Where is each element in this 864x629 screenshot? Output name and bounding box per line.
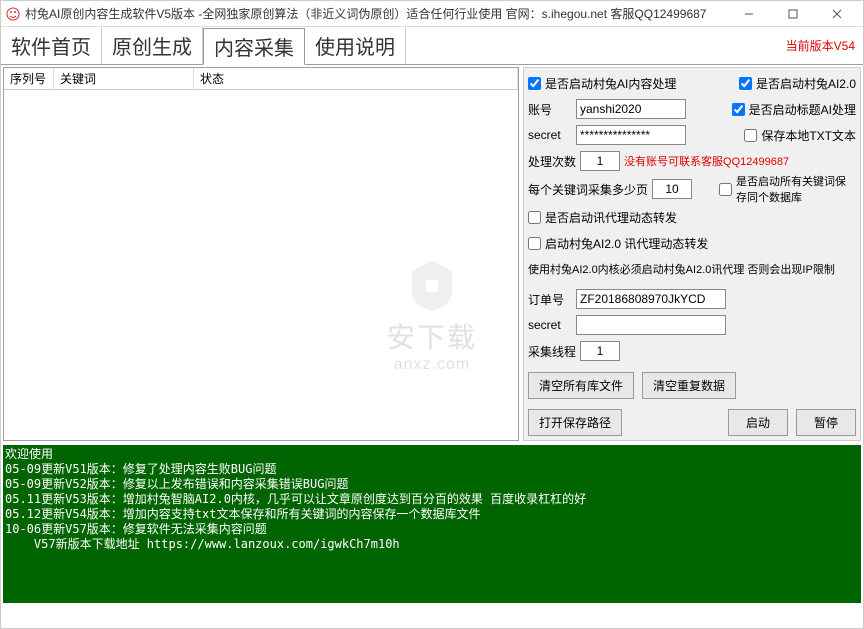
- checkbox-ai-content[interactable]: [528, 77, 541, 90]
- list-header: 序列号 关键词 状态: [4, 68, 518, 90]
- ip-note: 使用村兔AI2.0内核必须启动村兔AI2.0讯代理 否则会出现IP限制: [528, 261, 835, 277]
- label-proxy: 是否启动讯代理动态转发: [545, 209, 677, 226]
- checkbox-save-txt[interactable]: [744, 129, 757, 142]
- start-button[interactable]: 启动: [728, 409, 788, 436]
- order-input[interactable]: [576, 289, 726, 309]
- tab-help[interactable]: 使用说明: [305, 27, 406, 64]
- label-secret: secret: [528, 128, 572, 142]
- keyword-list: 序列号 关键词 状态: [3, 67, 519, 441]
- label-keyword-db: 是否启动所有关键词保存同个数据库: [736, 173, 856, 205]
- checkbox-proxy[interactable]: [528, 211, 541, 224]
- list-body[interactable]: [4, 90, 518, 440]
- checkbox-title-ai[interactable]: [732, 103, 745, 116]
- maximize-button[interactable]: [771, 2, 815, 26]
- label-secret2: secret: [528, 318, 572, 332]
- clear-dup-button[interactable]: 清空重复数据: [642, 372, 736, 399]
- label-ai-content: 是否启动村兔AI内容处理: [545, 75, 676, 92]
- minimize-button[interactable]: [727, 2, 771, 26]
- account-input[interactable]: [576, 99, 686, 119]
- col-index[interactable]: 序列号: [4, 68, 54, 89]
- checkbox-ai20-proxy[interactable]: [528, 237, 541, 250]
- pages-input[interactable]: [652, 179, 692, 199]
- settings-panel: 是否启动村兔AI内容处理 是否启动村兔AI2.0 账号 是否启动标题AI处理 s…: [523, 67, 861, 441]
- tab-home[interactable]: 软件首页: [1, 27, 102, 64]
- col-status[interactable]: 状态: [194, 68, 518, 89]
- window-title: 村兔AI原创内容生成软件V5版本 -全网独家原创算法（非近义词伪原创）适合任何行…: [25, 5, 727, 22]
- label-threads: 采集线程: [528, 343, 576, 360]
- tab-generate[interactable]: 原创生成: [102, 27, 203, 64]
- version-label: 当前版本V54: [786, 37, 855, 54]
- close-button[interactable]: [815, 2, 859, 26]
- col-keyword[interactable]: 关键词: [54, 68, 194, 89]
- label-ai20: 是否启动村兔AI2.0: [756, 75, 856, 92]
- main-tabs: 软件首页 原创生成 内容采集 使用说明: [1, 27, 406, 64]
- label-count: 处理次数: [528, 153, 576, 170]
- checkbox-keyword-db[interactable]: [719, 183, 732, 196]
- open-path-button[interactable]: 打开保存路径: [528, 409, 622, 436]
- count-input[interactable]: [580, 151, 620, 171]
- app-icon: [5, 6, 21, 22]
- checkbox-ai20[interactable]: [739, 77, 752, 90]
- label-title-ai: 是否启动标题AI处理: [749, 101, 856, 118]
- tab-collect[interactable]: 内容采集: [203, 28, 305, 65]
- log-panel: 欢迎使用 05-09更新V51版本：修复了处理内容生败BUG问题 05-09更新…: [3, 445, 861, 603]
- threads-input[interactable]: [580, 341, 620, 361]
- secret-input[interactable]: [576, 125, 686, 145]
- secret2-input[interactable]: [576, 315, 726, 335]
- label-account: 账号: [528, 101, 572, 118]
- pause-button[interactable]: 暂停: [796, 409, 856, 436]
- label-save-txt: 保存本地TXT文本: [761, 127, 856, 144]
- clear-lib-button[interactable]: 清空所有库文件: [528, 372, 634, 399]
- label-ai20-proxy: 启动村兔AI2.0 讯代理动态转发: [545, 235, 708, 252]
- top-row: 软件首页 原创生成 内容采集 使用说明 当前版本V54: [1, 27, 863, 65]
- content-area: 序列号 关键词 状态 是否启动村兔AI内容处理 是否启动村兔AI2.0 账号 是…: [1, 65, 863, 443]
- titlebar: 村兔AI原创内容生成软件V5版本 -全网独家原创算法（非近义词伪原创）适合任何行…: [1, 1, 863, 27]
- label-pages: 每个关键词采集多少页: [528, 181, 648, 198]
- label-order: 订单号: [528, 291, 572, 308]
- contact-note: 没有账号可联系客服QQ12499687: [624, 153, 789, 169]
